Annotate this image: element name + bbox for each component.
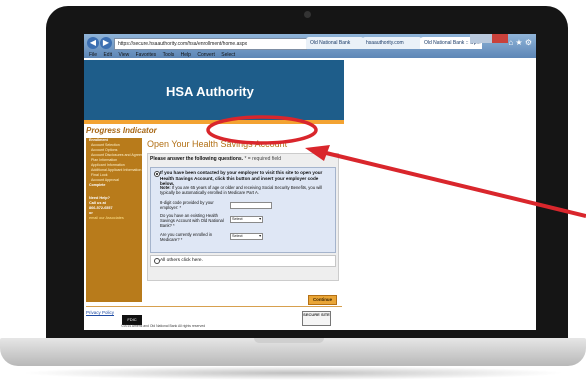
menu-help[interactable]: Help [181, 52, 191, 58]
tab-old-national-bank[interactable]: Old National Bank [306, 37, 364, 49]
privacy-policy-link[interactable]: Privacy Policy [86, 310, 114, 315]
footer-divider [86, 306, 342, 307]
chevron-down-icon: ▾ [259, 217, 261, 221]
forward-arrow-icon[interactable]: ▶ [100, 37, 112, 49]
menu-view[interactable]: View [118, 52, 129, 58]
all-others-label: All others click here. [160, 258, 203, 263]
laptop-shadow [20, 366, 566, 380]
form-instruction: Please answer the following questions. *… [150, 156, 281, 162]
menu-convert[interactable]: Convert [197, 52, 215, 58]
page-blank-area [344, 60, 536, 330]
home-icon[interactable]: ⌂ ★ ⚙ [508, 38, 532, 47]
note-body: If you are 65 years of age or older and … [160, 185, 323, 196]
required-note: * = required field [244, 156, 282, 162]
browser-chrome: ◀ ▶ https://secure.hsaauthority.com/hsa/… [84, 34, 536, 58]
medicare-label: Are you currently enrolled in Medicare? … [160, 232, 213, 242]
existing-hsa-label: Do you have an existing Health Savings A… [160, 213, 224, 228]
header-banner: HSA Authority [84, 60, 344, 120]
existing-hsa-select[interactable]: Select ▾ [230, 216, 263, 223]
progress-indicator-title: Progress Indicator [86, 126, 157, 135]
all-others-option: All others click here. [150, 255, 336, 267]
instruction-text: Please answer the following questions. [150, 156, 244, 162]
continue-button[interactable]: Continue [308, 295, 337, 305]
employer-code-input[interactable] [230, 202, 272, 209]
existing-hsa-value: Select [232, 217, 243, 221]
header-divider [84, 120, 344, 124]
employer-option-box: If you have been contacted by your emplo… [150, 167, 336, 253]
tab-hsaauthority[interactable]: hsaauthority.com [362, 37, 422, 49]
medicare-select[interactable]: Select ▾ [230, 233, 263, 240]
secure-site-badge: SECURE SITE [302, 311, 331, 326]
progress-sidebar: Enrollment Account Selection Account Opt… [86, 138, 142, 302]
menu-file[interactable]: File [89, 52, 97, 58]
close-icon[interactable] [492, 34, 508, 43]
menu-favorites[interactable]: Favorites [136, 52, 157, 58]
page-title: Open Your Health Savings Account [147, 139, 288, 149]
chevron-down-icon: ▾ [259, 234, 261, 238]
address-bar[interactable]: https://secure.hsaauthority.com/hsa/enro… [114, 38, 307, 50]
copyright-text: ©2014 Ameris and Old National Bank All r… [121, 324, 206, 328]
web-page: HSA Authority Progress Indicator Enrollm… [84, 60, 344, 330]
laptop-hinge [254, 338, 324, 343]
medicare-note: Note: If you are 65 years of age or olde… [160, 185, 332, 195]
email-associates-link[interactable]: email our Associates [86, 216, 142, 221]
employer-code-label: 8-digit code provided by your employer: … [160, 200, 214, 210]
webcam-icon [304, 11, 311, 18]
menu-select[interactable]: Select [221, 52, 235, 58]
hsa-authority-logo: HSA Authority [166, 84, 254, 99]
medicare-value: Select [232, 234, 243, 238]
question-form: Please answer the following questions. *… [147, 153, 339, 281]
menu-tools[interactable]: Tools [163, 52, 175, 58]
browser-screen: ◀ ▶ https://secure.hsaauthority.com/hsa/… [84, 34, 536, 330]
menu-edit[interactable]: Edit [103, 52, 112, 58]
menu-bar: File Edit View Favorites Tools Help Conv… [84, 51, 536, 59]
back-arrow-icon[interactable]: ◀ [87, 37, 99, 49]
